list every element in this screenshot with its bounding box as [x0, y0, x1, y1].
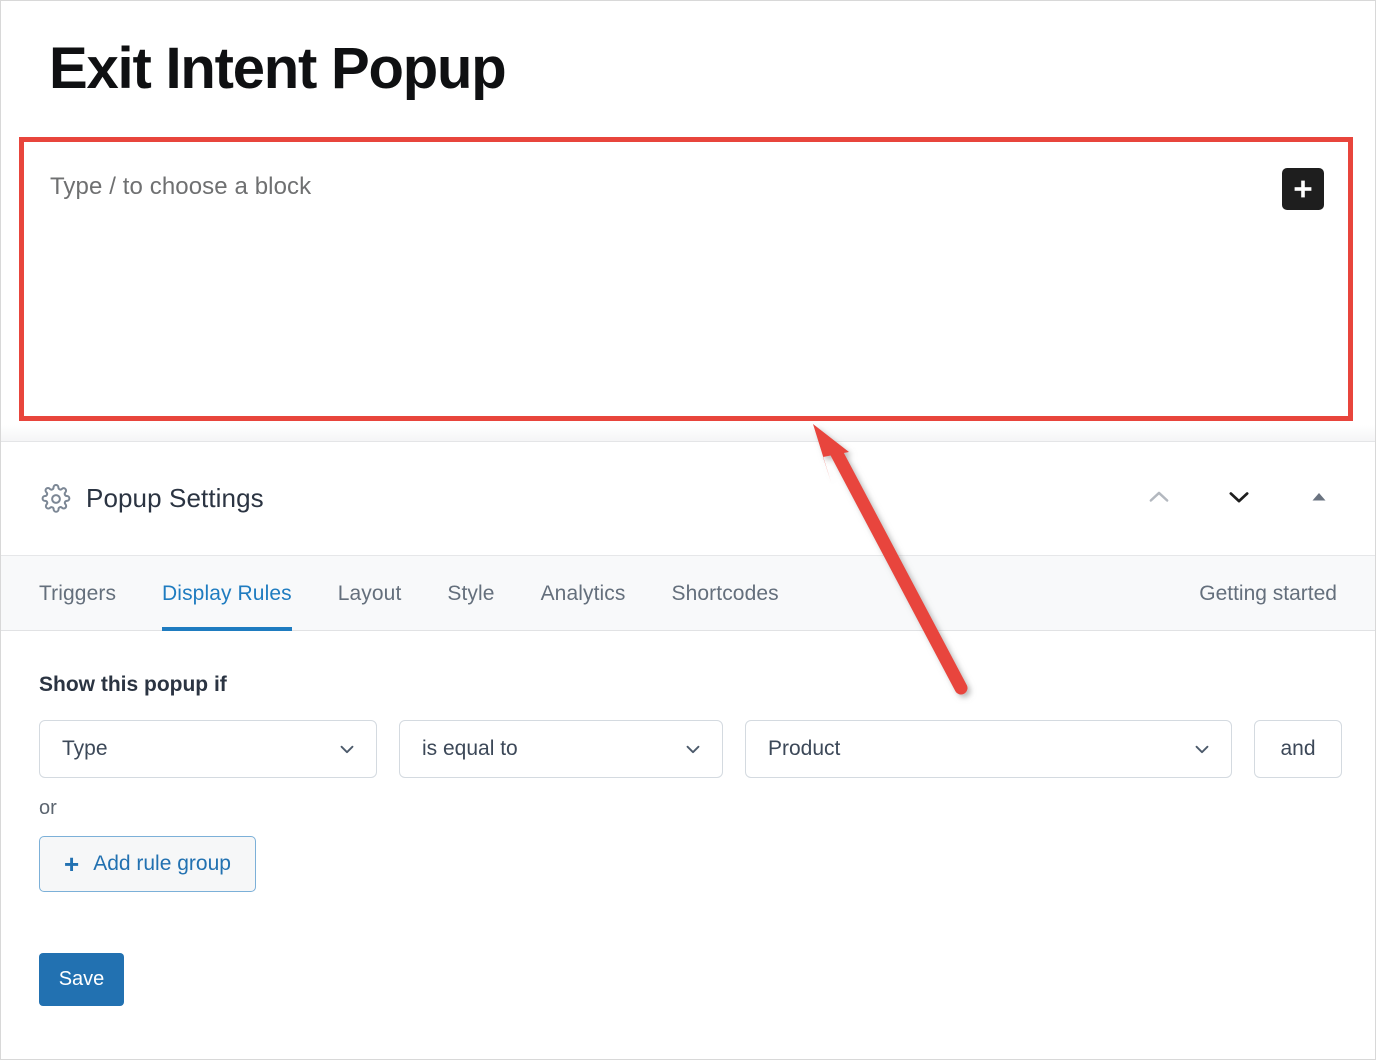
- tab-label: Analytics: [540, 582, 626, 605]
- page-title[interactable]: Exit Intent Popup: [49, 38, 507, 100]
- move-up-button[interactable]: [1137, 477, 1181, 521]
- plus-icon: +: [64, 849, 80, 879]
- rule-value-value: Product: [768, 737, 841, 760]
- rule-operator-select[interactable]: is equal to: [399, 720, 723, 778]
- tab-display-rules[interactable]: Display Rules: [139, 556, 315, 632]
- block-inserter-button[interactable]: [1282, 168, 1324, 210]
- getting-started-link[interactable]: Getting started: [1199, 556, 1337, 632]
- block-placeholder-text[interactable]: Type / to choose a block: [50, 173, 311, 201]
- tab-analytics[interactable]: Analytics: [518, 556, 649, 632]
- move-down-button[interactable]: [1217, 477, 1261, 521]
- chevron-down-icon: [332, 738, 362, 760]
- rule-field-select[interactable]: Type: [39, 720, 377, 778]
- chevron-up-icon: [1145, 483, 1173, 514]
- add-rule-group-label: Add rule group: [93, 852, 231, 875]
- plus-icon: [1292, 178, 1314, 200]
- add-rule-group-button[interactable]: + Add rule group: [39, 836, 256, 892]
- tab-label: Style: [447, 582, 495, 605]
- chevron-down-icon: [678, 738, 708, 760]
- save-button[interactable]: Save: [39, 953, 124, 1006]
- chevron-down-icon: [1187, 738, 1217, 760]
- popup-settings-header-actions: [1137, 442, 1357, 555]
- popup-settings-title: Popup Settings: [86, 483, 264, 513]
- popup-settings-title-group: Popup Settings: [41, 483, 264, 514]
- add-and-condition-button[interactable]: and: [1254, 720, 1342, 778]
- popup-settings-header: Popup Settings: [1, 442, 1375, 555]
- tab-shortcodes[interactable]: Shortcodes: [649, 556, 802, 632]
- tab-label: Layout: [337, 582, 402, 605]
- display-rules-panel: Show this popup if Type is equal to Prod…: [1, 631, 1375, 1059]
- display-rules-heading: Show this popup if: [39, 673, 227, 696]
- settings-tab-bar: Triggers Display Rules Layout Style Anal…: [1, 555, 1375, 632]
- tab-label: Shortcodes: [671, 582, 779, 605]
- tab-label: Triggers: [39, 582, 117, 605]
- collapse-panel-button[interactable]: [1297, 477, 1341, 521]
- tab-label: Display Rules: [162, 582, 292, 605]
- rule-field-value: Type: [62, 737, 108, 760]
- tab-triggers[interactable]: Triggers: [39, 556, 139, 632]
- tab-list: Triggers Display Rules Layout Style Anal…: [39, 556, 802, 632]
- rule-value-select[interactable]: Product: [745, 720, 1232, 778]
- rule-operator-value: is equal to: [422, 737, 518, 760]
- tab-layout[interactable]: Layout: [315, 556, 425, 632]
- triangle-up-icon: [1309, 487, 1329, 510]
- gear-icon: [41, 483, 71, 514]
- annotation-highlight-box: Type / to choose a block: [19, 137, 1353, 421]
- page-root: Exit Intent Popup Type / to choose a blo…: [0, 0, 1376, 1060]
- canvas-separator-shadow: [1, 425, 1375, 441]
- tab-style[interactable]: Style: [424, 556, 517, 632]
- chevron-down-icon: [1225, 483, 1253, 514]
- or-label: or: [39, 797, 57, 819]
- rule-row: Type is equal to Product and: [39, 720, 1342, 778]
